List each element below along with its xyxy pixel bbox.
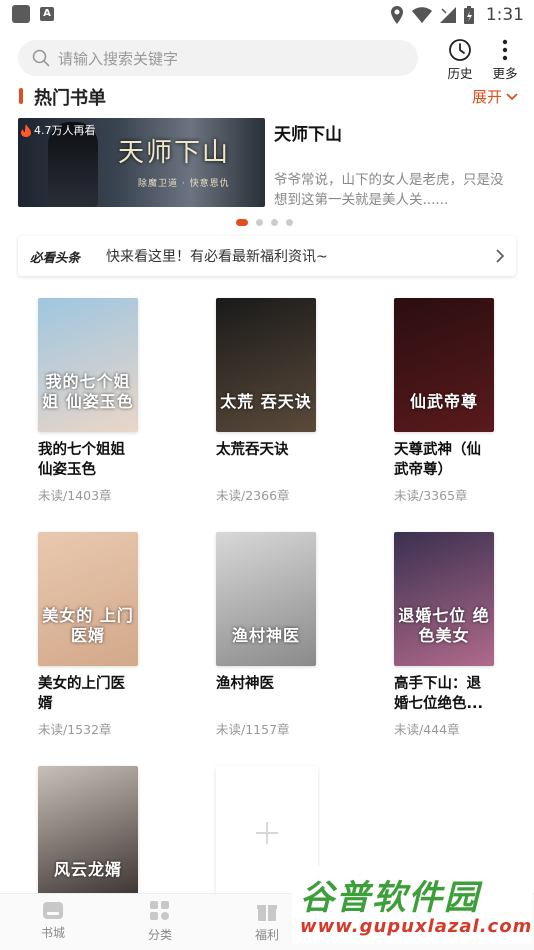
book-cover-text: 渔村神医 xyxy=(231,626,300,645)
book-progress: 未读/1532章 xyxy=(38,722,112,737)
news-logo: 必看头条 xyxy=(30,249,81,265)
book-cover-text: 退婚七位 绝色美女 xyxy=(398,606,490,645)
history-label: 历史 xyxy=(447,66,473,81)
tab-label: 分类 xyxy=(147,928,172,942)
chevron-down-icon xyxy=(506,92,518,100)
book-card[interactable]: 太荒 吞天诀 太荒吞天诀 未读/2366章 xyxy=(216,298,346,504)
book-title: 美女的上门医婿 xyxy=(38,676,125,712)
carousel-dots xyxy=(236,219,293,226)
book-cover: 太荒 吞天诀 xyxy=(216,298,316,432)
tab-label: 书城 xyxy=(40,926,65,940)
book-cover-text: 仙武帝尊 xyxy=(409,392,478,411)
section-title: 热门书单 xyxy=(34,88,106,109)
category-icon xyxy=(150,901,169,920)
more-button[interactable]: 更多 xyxy=(485,38,525,82)
app-badge-icon: A xyxy=(40,7,54,21)
bookstore-icon xyxy=(43,902,63,919)
book-card[interactable]: 风云龙婿 xyxy=(38,766,168,900)
book-cover: 美女的 上门医婿 xyxy=(38,532,138,666)
status-bar: A 1:31 xyxy=(0,0,534,30)
clock: 1:31 xyxy=(485,5,524,25)
more-vertical-icon xyxy=(502,39,508,61)
banner-cover-title: 天师下山 xyxy=(118,138,231,168)
book-cover-text: 美女的 上门医婿 xyxy=(42,606,134,645)
book-cover-text: 太荒 吞天诀 xyxy=(220,392,312,411)
history-button[interactable]: 历史 xyxy=(440,38,480,82)
carousel-dot[interactable] xyxy=(286,219,293,226)
search-icon xyxy=(32,49,50,67)
book-title: 渔村神医 xyxy=(216,676,274,692)
book-card[interactable]: 渔村神医 渔村神医 未读/1157章 xyxy=(216,532,346,738)
book-card[interactable]: 我的七个姐姐 仙姿玉色 我的七个姐姐仙姿玉色 未读/1403章 xyxy=(38,298,168,504)
book-progress: 未读/3365章 xyxy=(394,488,468,503)
banner-book-title[interactable]: 天师下山 xyxy=(274,120,342,145)
expand-label: 展开 xyxy=(471,88,502,106)
clock-icon xyxy=(449,39,471,61)
plus-icon xyxy=(256,822,278,844)
chevron-right-icon xyxy=(496,249,504,263)
news-text: 快来看这里！有必看最新福利资讯~ xyxy=(106,249,328,265)
views-badge: 4.7万人再看 xyxy=(20,122,96,138)
tab-welfare[interactable]: 福利 xyxy=(237,900,297,943)
book-progress: 未读/1403章 xyxy=(38,488,112,503)
book-card[interactable]: 仙武帝尊 天尊武神（仙武帝尊） 未读/3365章 xyxy=(394,298,524,504)
book-card[interactable]: 美女的 上门医婿 美女的上门医婿 未读/1532章 xyxy=(38,532,168,738)
book-cover: 渔村神医 xyxy=(216,532,316,666)
status-icons: 1:31 xyxy=(390,2,524,28)
tab-label: 福利 xyxy=(254,928,279,942)
book-title: 太荒吞天诀 xyxy=(216,442,289,458)
banner-description: 爷爷常说，山下的女人是老虎，只是没想到这第一关就是美人关...... xyxy=(274,172,504,208)
banner-cover[interactable]: 4.7万人再看 天师下山 除魔卫道 · 快意恩仇 xyxy=(18,118,265,207)
book-progress: 未读/444章 xyxy=(394,722,460,737)
carousel-dot[interactable] xyxy=(271,219,278,226)
book-card[interactable]: 退婚七位 绝色美女 高手下山：退婚七位绝色... 未读/444章 xyxy=(394,532,524,738)
book-cover-text: 我的七个姐姐 仙姿玉色 xyxy=(42,372,134,411)
more-label: 更多 xyxy=(492,66,518,81)
carousel-dot[interactable] xyxy=(236,219,248,226)
hot-list-header: 热门书单 展开 xyxy=(18,84,518,109)
site-watermark: 谷普软件园 www.gupuxlazal.com xyxy=(292,866,532,944)
news-ticker[interactable]: 必看头条 快来看这里！有必看最新福利资讯~ xyxy=(18,236,516,276)
section-accent-bar xyxy=(19,88,23,104)
book-title: 高手下山：退婚七位绝色... xyxy=(394,676,484,712)
book-cover: 风云龙婿 xyxy=(38,766,138,900)
carousel-dot[interactable] xyxy=(256,219,263,226)
book-title: 我的七个姐姐仙姿玉色 xyxy=(38,442,125,478)
banner-cover-subtitle: 除魔卫道 · 快意恩仇 xyxy=(138,179,230,189)
search-input[interactable]: 请输入搜索关键字 xyxy=(18,40,418,76)
fire-icon xyxy=(21,123,31,137)
battery-icon xyxy=(463,6,474,24)
tab-category[interactable]: 分类 xyxy=(130,900,190,943)
book-title: 天尊武神（仙武帝尊） xyxy=(394,442,481,478)
signal-icon xyxy=(439,7,456,23)
views-badge-text: 4.7万人再看 xyxy=(34,124,96,137)
search-placeholder: 请输入搜索关键字 xyxy=(58,49,179,68)
gift-icon xyxy=(257,905,277,921)
notification-icon xyxy=(12,5,30,23)
tab-bookstore[interactable]: 书城 xyxy=(23,900,83,941)
book-progress: 未读/1157章 xyxy=(216,722,290,737)
book-cover: 退婚七位 绝色美女 xyxy=(394,532,494,666)
watermark-url: www.gupuxlazal.com xyxy=(300,916,533,937)
book-cover: 仙武帝尊 xyxy=(394,298,494,432)
book-cover-text: 风云龙婿 xyxy=(53,860,122,879)
book-progress: 未读/2366章 xyxy=(216,488,290,503)
book-cover: 我的七个姐姐 仙姿玉色 xyxy=(38,298,138,432)
location-icon xyxy=(390,6,403,24)
wifi-icon xyxy=(411,7,432,23)
expand-button[interactable]: 展开 xyxy=(472,86,518,107)
watermark-title: 谷普软件园 xyxy=(300,878,480,918)
